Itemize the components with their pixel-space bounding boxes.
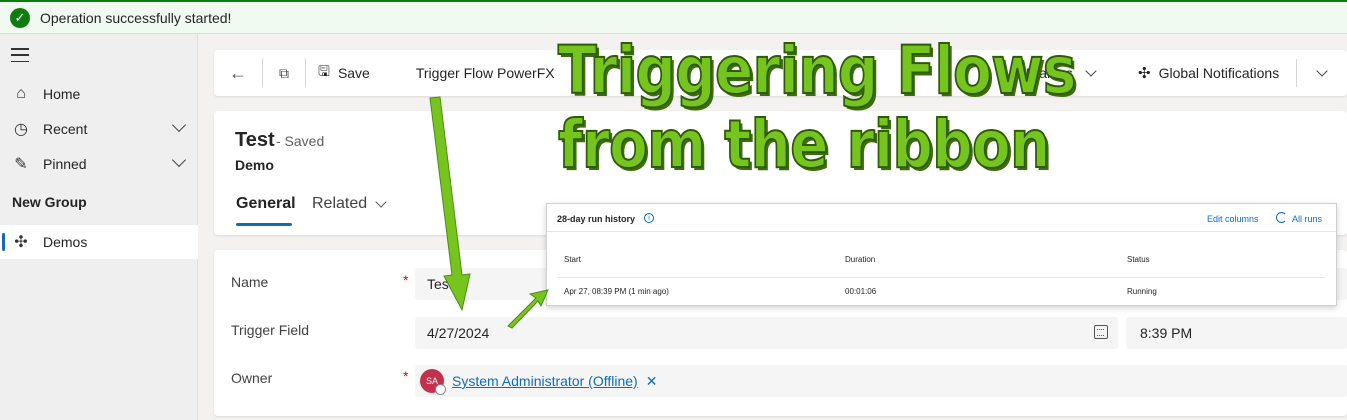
popout-icon: ⧉ bbox=[279, 64, 289, 81]
sidebar-item-label: Home bbox=[43, 86, 81, 102]
run-history-panel: 28-day run history i Edit columns All ru… bbox=[546, 203, 1337, 306]
global-notifications-label: Global Notifications bbox=[1158, 65, 1280, 81]
sidebar-item-label: Demos bbox=[43, 234, 88, 250]
trigger-date-field[interactable]: 4/27/2024 bbox=[415, 317, 1118, 349]
pin-icon: ✎ bbox=[14, 156, 28, 173]
overlay-title: Triggering Flows from the ribbon bbox=[557, 32, 1077, 183]
puzzle-icon: ✣ bbox=[14, 234, 28, 251]
save-button[interactable]: 🖫 Save bbox=[306, 50, 382, 96]
trigger-time-value: 8:39 PM bbox=[1140, 325, 1193, 341]
sidebar-item-demos[interactable]: ✣ Demos bbox=[0, 225, 198, 259]
nav-group-title: New Group bbox=[12, 194, 87, 210]
chevron-down-icon[interactable] bbox=[171, 117, 187, 133]
divider bbox=[1296, 59, 1297, 87]
chevron-down-icon bbox=[375, 195, 387, 208]
hamburger-menu-icon[interactable] bbox=[11, 48, 29, 62]
run-start-cell[interactable]: Apr 27, 08:39 PM (1 min ago) bbox=[564, 287, 669, 296]
chevron-down-icon[interactable] bbox=[1085, 65, 1097, 77]
required-marker: * bbox=[403, 272, 409, 288]
close-icon[interactable]: ✕ bbox=[646, 373, 658, 390]
sidebar-item-label: Pinned bbox=[43, 156, 87, 172]
arrow-left-icon: ← bbox=[229, 62, 247, 83]
run-status-cell: Running bbox=[1127, 287, 1157, 296]
puzzle-icon: ✣ bbox=[1138, 65, 1151, 82]
save-status: - Saved bbox=[276, 133, 325, 149]
overlay-title-line1: Triggering Flows bbox=[557, 32, 1077, 109]
calendar-icon[interactable] bbox=[1094, 325, 1108, 339]
more-commands-button[interactable] bbox=[1309, 50, 1335, 96]
owner-lookup[interactable]: SA System Administrator (Offline) ✕ bbox=[415, 365, 1347, 397]
chevron-down-icon bbox=[1316, 65, 1328, 77]
column-header-status: Status bbox=[1127, 255, 1150, 264]
notification-bar: ✓ Operation successfully started! bbox=[0, 0, 1347, 34]
clock-icon: ◷ bbox=[14, 121, 28, 138]
record-title: Test bbox=[235, 129, 275, 151]
sidebar-item-label: Recent bbox=[43, 121, 88, 137]
name-label: Name bbox=[231, 274, 269, 290]
run-duration-cell: 00:01:06 bbox=[845, 287, 877, 296]
info-icon[interactable]: i bbox=[644, 213, 654, 223]
run-history-title: 28-day run history bbox=[557, 214, 636, 224]
divider bbox=[557, 277, 1325, 278]
overlay-title-line2: from the ribbon bbox=[557, 106, 1051, 183]
owner-chip[interactable]: SA System Administrator (Offline) ✕ bbox=[420, 369, 658, 395]
sidebar-item-home[interactable]: ⌂ Home bbox=[0, 77, 198, 111]
avatar: SA bbox=[420, 369, 446, 395]
trigger-flow-powerfx-button[interactable]: Trigger Flow PowerFX bbox=[416, 50, 555, 96]
name-value: Test bbox=[427, 276, 453, 292]
tab-related-label: Related bbox=[312, 195, 368, 212]
check-circle-icon: ✓ bbox=[10, 7, 30, 28]
global-notifications-button[interactable]: ✣ Global Notifications bbox=[1138, 50, 1279, 96]
owner-link[interactable]: System Administrator (Offline) bbox=[452, 373, 638, 389]
trigger-flow-label: Trigger Flow PowerFX bbox=[415, 65, 555, 81]
trigger-field-label: Trigger Field bbox=[231, 322, 310, 338]
save-icon: 🖫 bbox=[318, 63, 330, 79]
all-runs-link[interactable]: All runs bbox=[1292, 214, 1322, 224]
back-button[interactable]: ← bbox=[214, 50, 262, 96]
entity-name: Demo bbox=[235, 157, 274, 173]
sidebar-item-recent[interactable]: ◷ Recent bbox=[0, 112, 198, 146]
required-marker: * bbox=[403, 368, 409, 384]
refresh-icon bbox=[1276, 212, 1287, 223]
chevron-down-icon[interactable] bbox=[171, 152, 187, 168]
home-icon: ⌂ bbox=[16, 85, 26, 102]
column-header-start: Start bbox=[564, 255, 581, 264]
column-header-duration: Duration bbox=[845, 255, 876, 264]
edit-columns-link[interactable]: Edit columns bbox=[1207, 214, 1259, 224]
owner-label: Owner bbox=[231, 370, 273, 386]
notification-text: Operation successfully started! bbox=[40, 9, 232, 26]
save-label: Save bbox=[337, 65, 370, 81]
divider bbox=[547, 231, 1336, 232]
trigger-time-field[interactable]: 8:39 PM bbox=[1126, 317, 1347, 349]
tab-general[interactable]: General bbox=[236, 195, 296, 226]
tab-related[interactable]: Related bbox=[312, 195, 387, 213]
sidebar-item-pinned[interactable]: ✎ Pinned bbox=[0, 147, 198, 181]
open-new-window-button[interactable]: ⧉ bbox=[263, 50, 305, 96]
left-nav: ⌂ Home ◷ Recent ✎ Pinned New Group ✣ Dem… bbox=[0, 34, 198, 420]
trigger-date-value: 4/27/2024 bbox=[427, 325, 490, 341]
